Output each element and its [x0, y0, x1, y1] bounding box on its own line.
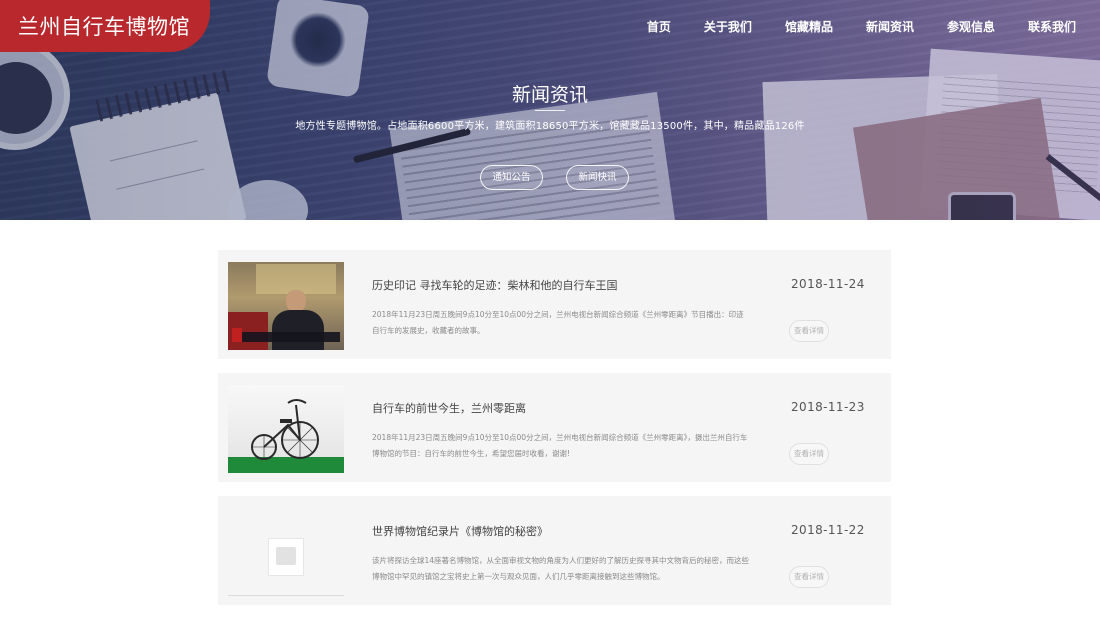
news-summary: 2018年11月23日周五晚间9点10分至10点00分之间，兰州电视台新闻综合频… [372, 310, 744, 335]
bicycle-icon [251, 399, 319, 460]
page-title: 新闻资讯 [511, 84, 588, 106]
news-date: 2018-11-23 [791, 400, 865, 414]
news-flash-button[interactable]: 新闻快讯 [566, 165, 629, 190]
notice-button[interactable]: 通知公告 [480, 165, 543, 190]
news-item[interactable]: 历史印记 寻找车轮的足迹：柴林和他的自行车王国 2018年11月23日周五晚间9… [218, 250, 891, 359]
view-details-button[interactable]: 查看详情 [789, 320, 829, 342]
thumbnail-person-body [272, 310, 324, 350]
news-date: 2018-11-24 [791, 277, 865, 291]
news-title[interactable]: 世界博物馆纪录片《博物馆的秘密》 [372, 523, 548, 539]
thumbnail-caption-bar [232, 332, 340, 342]
nav-item-home[interactable]: 首页 [647, 18, 671, 35]
news-item[interactable]: 自行车的前世今生，兰州零距离 2018年11月23日周五晚间9点10分至10点0… [218, 373, 891, 482]
news-item[interactable]: 世界博物馆纪录片《博物馆的秘密》 该片将探访全球14座著名博物馆，从全面审视文物… [218, 496, 891, 605]
nav-item-about[interactable]: 关于我们 [704, 18, 752, 35]
news-date: 2018-11-22 [791, 523, 865, 537]
news-thumbnail[interactable] [228, 508, 344, 596]
logo-text: 兰州自行车博物馆 [18, 15, 190, 39]
image-icon [276, 547, 296, 565]
title-divider [535, 110, 565, 111]
news-summary: 该片将探访全球14座著名博物馆，从全面审视文物的角度为人们更好的了解历史探寻其中… [372, 556, 750, 581]
thumbnail-channel-logo [232, 328, 242, 342]
nav-item-collection[interactable]: 馆藏精品 [785, 18, 833, 35]
news-thumbnail[interactable] [228, 385, 344, 473]
page-subtitle: 地方性专题博物馆。占地面积6600平方米，建筑面积18650平方米，馆藏藏品13… [295, 121, 805, 132]
news-summary: 2018年11月23日周五晚间9点10分至10点00分之间，兰州电视台新闻综合频… [372, 433, 748, 458]
news-thumbnail[interactable] [228, 262, 344, 350]
thumbnail-person-head [286, 290, 306, 312]
view-details-button[interactable]: 查看详情 [789, 443, 829, 465]
hero-banner: 兰州自行车博物馆 首页 关于我们 馆藏精品 新闻资讯 参观信息 联系我们 新闻资… [0, 0, 1100, 220]
nav-item-visit[interactable]: 参观信息 [947, 18, 995, 35]
nav-item-news[interactable]: 新闻资讯 [866, 18, 914, 35]
main-nav: 首页 关于我们 馆藏精品 新闻资讯 参观信息 联系我们 [614, 18, 1076, 35]
news-title[interactable]: 历史印记 寻找车轮的足迹：柴林和他的自行车王国 [372, 277, 618, 293]
view-details-button[interactable]: 查看详情 [789, 566, 829, 588]
site-logo[interactable]: 兰州自行车博物馆 [0, 0, 210, 52]
news-title[interactable]: 自行车的前世今生，兰州零距离 [372, 400, 526, 416]
nav-item-contact[interactable]: 联系我们 [1028, 18, 1076, 35]
